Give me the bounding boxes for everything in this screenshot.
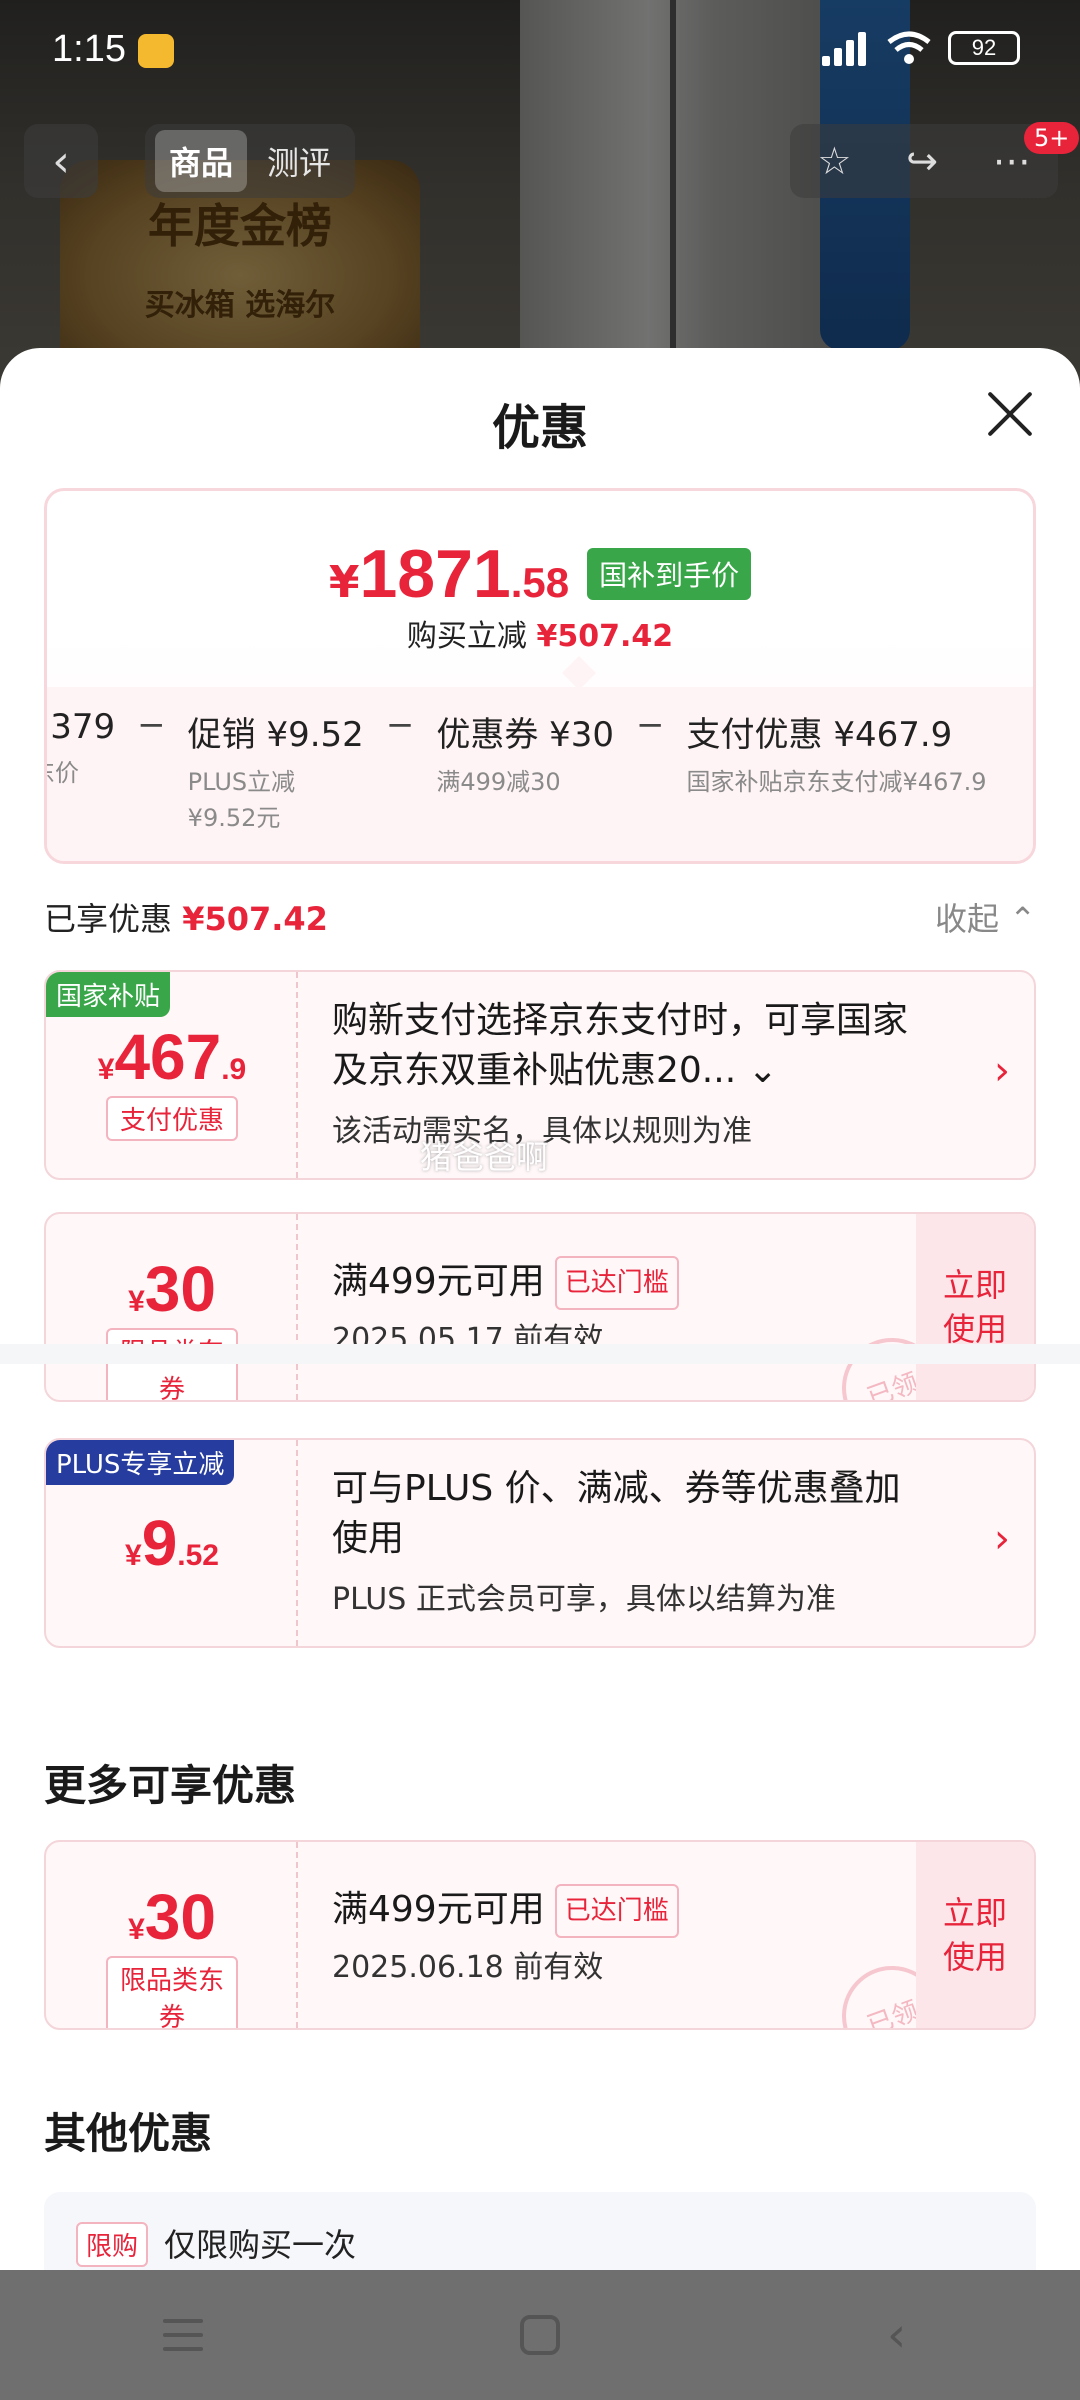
enjoyed-value: ¥507.42 bbox=[182, 900, 328, 938]
offer-amount: ¥467.9 bbox=[97, 1021, 247, 1093]
message-count-badge: 5+ bbox=[1024, 122, 1080, 154]
use-now-button[interactable]: 立即 使用 bbox=[916, 1842, 1034, 2028]
price-breakdown[interactable]: ¥2379 京东价 − 促销 ¥9.52 PLUS立减¥9.52元 − 优惠券 … bbox=[47, 687, 1033, 861]
price-decimal: .58 bbox=[510, 559, 570, 606]
more-offers-title: 更多可享优惠 bbox=[44, 1761, 297, 1810]
battery-icon: 92 bbox=[948, 31, 1020, 65]
use-now-button[interactable]: 立即 使用 bbox=[916, 1214, 1034, 1400]
top-tabs: 商品 测评 bbox=[145, 124, 356, 198]
home-icon[interactable] bbox=[519, 2315, 560, 2355]
instant-discount-value: ¥507.42 bbox=[536, 619, 674, 654]
limit-text: 仅限购买一次 bbox=[164, 2226, 357, 2264]
offer-coupon-1[interactable]: ¥30 限品类东券 满499元可用已达门槛 2025.05.17 前有效 已领 … bbox=[44, 1212, 1036, 1402]
chevron-right-icon[interactable]: › bbox=[994, 1516, 1010, 1562]
price-summary-card: ¥1871.58 国补到手价 购买立减 ¥507.42 ¥2379 京东价 − … bbox=[44, 488, 1036, 864]
price-integer: 1871 bbox=[359, 536, 511, 612]
other-offers-title: 其他优惠 bbox=[44, 2109, 213, 2158]
offer-corner-tag: 国家补贴 bbox=[46, 972, 171, 1017]
offer-title: 满499元可用 已达门槛 bbox=[332, 1256, 679, 1310]
threshold-badge: 已达门槛 bbox=[554, 1884, 679, 1938]
offer-type-pill: 限品类东券 bbox=[106, 1956, 238, 2028]
close-icon[interactable] bbox=[980, 384, 1040, 444]
threshold-badge: 已达门槛 bbox=[554, 1256, 679, 1310]
offer-amount: ¥9.52 bbox=[125, 1507, 219, 1579]
enjoyed-label: 已享优惠 bbox=[44, 900, 173, 938]
final-price: ¥1871.58 国补到手价 bbox=[47, 535, 1033, 613]
tab-review[interactable]: 测评 bbox=[253, 130, 345, 192]
price-currency: ¥ bbox=[328, 557, 360, 608]
chevron-down-icon[interactable]: ⌄ bbox=[748, 1050, 778, 1091]
chevron-up-icon: ⌃ bbox=[1009, 900, 1036, 938]
notification-icon bbox=[138, 34, 174, 68]
offer-plus-discount[interactable]: ¥9.52 PLUS专享立减 可与PLUS 价、满减、券等优惠叠加 使用 PLU… bbox=[44, 1438, 1036, 1648]
back-nav-icon[interactable]: ‹ bbox=[867, 2305, 927, 2365]
chevron-right-icon[interactable]: › bbox=[994, 1048, 1010, 1094]
top-actions: ☆ ↪ ⋯ bbox=[790, 124, 1058, 198]
offer-coupon-2[interactable]: ¥30 限品类东券 满499元可用 已达门槛 2025.06.18 前有效 已领 … bbox=[44, 1840, 1036, 2030]
back-button[interactable]: ‹ bbox=[24, 124, 98, 198]
subsidy-price-tag: 国补到手价 bbox=[587, 548, 752, 600]
offer-title: 满499元可用 已达门槛 bbox=[332, 1884, 679, 1938]
collapse-button[interactable]: 收起 ⌃ bbox=[935, 894, 1036, 940]
tab-product[interactable]: 商品 bbox=[155, 130, 248, 192]
signal-icon bbox=[818, 30, 870, 66]
breakdown-coupon: 优惠券 ¥30 满499减30 bbox=[436, 715, 615, 796]
limit-tag: 限购 bbox=[76, 2222, 149, 2267]
share-icon[interactable]: ↪ bbox=[906, 139, 938, 183]
breakdown-promotion: 促销 ¥9.52 PLUS立减 ¥9.52元 bbox=[187, 715, 364, 832]
breakdown-payment: 支付优惠 ¥467.9 国家补贴京东支付减¥467.9 bbox=[686, 715, 987, 796]
watermark: 猪爸爸啊 bbox=[420, 1138, 549, 1176]
offer-type-pill: 限品类东券 bbox=[106, 1328, 238, 1400]
status-time: 1:15 bbox=[52, 28, 126, 70]
minus-sign: − bbox=[636, 705, 665, 745]
offer-amount: ¥30 bbox=[128, 1881, 216, 1953]
offer-subtitle: PLUS 正式会员可享，具体以结算为准 bbox=[332, 1582, 836, 1617]
recent-apps-icon[interactable] bbox=[153, 2305, 213, 2365]
offer-amount: ¥30 bbox=[128, 1253, 216, 1325]
offer-expiry: 2025.06.18 前有效 bbox=[332, 1950, 604, 1985]
offer-title: 购新支付选择京东支付时，可享国家 及京东双重补贴优惠20... ⌄ bbox=[332, 1000, 909, 1091]
sheet-title: 优惠 bbox=[491, 400, 588, 456]
offer-title: 可与PLUS 价、满减、券等优惠叠加 使用 bbox=[332, 1468, 901, 1559]
instant-discount-label: 购买立减 bbox=[406, 619, 527, 654]
favorite-star-icon[interactable]: ☆ bbox=[817, 139, 851, 183]
breakdown-list-price: ¥2379 京东价 bbox=[47, 707, 116, 787]
minus-sign: − bbox=[385, 705, 415, 745]
status-bar: 1:15 92 bbox=[0, 0, 1080, 100]
minus-sign: − bbox=[137, 705, 166, 745]
instant-discount: 购买立减 ¥507.42 bbox=[47, 611, 1033, 655]
offer-type-pill: 支付优惠 bbox=[106, 1096, 238, 1141]
wifi-icon bbox=[887, 31, 931, 64]
system-nav-bar: ‹ bbox=[0, 2270, 1080, 2400]
offer-corner-tag: PLUS专享立减 bbox=[46, 1440, 235, 1485]
enjoyed-discount: 已享优惠 ¥507.42 bbox=[44, 894, 328, 940]
